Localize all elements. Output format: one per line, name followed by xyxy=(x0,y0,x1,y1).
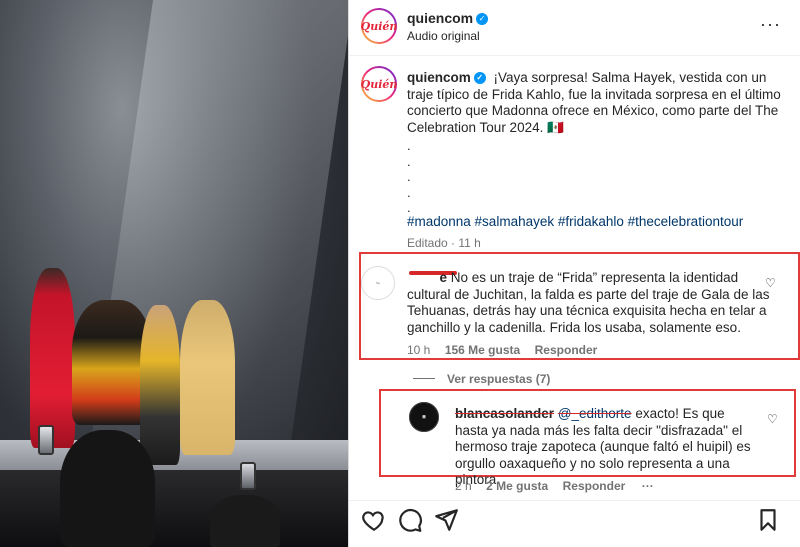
post-media[interactable] xyxy=(0,0,348,547)
account-avatar[interactable]: Quién xyxy=(361,8,397,44)
audience-head xyxy=(60,430,155,547)
caption-dots: . . . . . xyxy=(407,138,411,215)
performer-yellow-coat xyxy=(180,300,235,455)
reply-more-icon[interactable]: ··· xyxy=(642,479,654,493)
comment-body: No es un traje de “Frida” representa la … xyxy=(407,270,770,335)
audience-phone xyxy=(38,425,54,455)
reply-avatar[interactable]: ▦ xyxy=(409,402,439,432)
audience xyxy=(0,470,348,547)
audience-phone xyxy=(240,462,256,490)
caption-hashtags[interactable]: #madonna #salmahayek #fridakahlo #thecel… xyxy=(407,214,743,229)
view-replies-button[interactable]: Ver respuestas (7) xyxy=(447,372,550,386)
like-heart-icon[interactable]: ♡ xyxy=(765,276,776,290)
verified-icon: ✓ xyxy=(476,12,489,25)
like-heart-icon[interactable]: ♡ xyxy=(767,412,778,426)
share-icon[interactable] xyxy=(433,507,459,533)
caption-username[interactable]: quiencom ✓ xyxy=(407,70,486,85)
comment-avatar-logo: ~ xyxy=(375,279,381,287)
account-username[interactable]: quiencom xyxy=(407,10,473,26)
comment-likes[interactable]: 156 Me gusta xyxy=(445,343,520,357)
comment-avatar[interactable]: ~ xyxy=(361,266,395,300)
like-icon[interactable] xyxy=(361,507,387,533)
comment-icon[interactable] xyxy=(397,507,423,533)
comment-username[interactable]: e xyxy=(407,270,447,287)
audio-label[interactable]: Audio original xyxy=(407,29,480,43)
quien-logo: Quién xyxy=(360,19,398,33)
performer-red xyxy=(30,268,75,448)
caption-avatar[interactable]: Quién xyxy=(361,66,397,102)
reply-mention[interactable]: @_edithorte xyxy=(558,406,632,421)
comment-text: e No es un traje de “Frida” representa l… xyxy=(407,270,781,336)
reply-time: 2 h xyxy=(455,479,472,493)
audience-head xyxy=(210,495,280,547)
action-bar xyxy=(349,500,800,547)
comment-reply-button[interactable]: Responder xyxy=(535,343,598,357)
reply-meta: 2 h 2 Me gusta Responder ··· xyxy=(455,477,654,495)
post-details-panel: Quién quiencom ✓ Audio original ··· Quién… xyxy=(348,0,800,547)
comment-meta: 10 h 156 Me gusta Responder xyxy=(407,341,597,359)
more-options-icon[interactable]: ··· xyxy=(760,14,781,35)
caption-text: quiencom ✓ ¡Vaya sorpresa! Salma Hayek, v… xyxy=(407,70,783,136)
comment-time: 10 h xyxy=(407,343,431,357)
reply-likes[interactable]: 2 Me gusta xyxy=(486,479,548,493)
caption-edited: Editado · 11 h xyxy=(407,236,481,250)
post-header: Quién quiencom ✓ Audio original ··· xyxy=(349,0,800,56)
reply-avatar-logo: ▦ xyxy=(422,414,426,420)
save-bookmark-icon[interactable] xyxy=(755,507,781,533)
quien-logo: Quién xyxy=(360,77,398,91)
performer-center xyxy=(140,305,180,465)
reply-reply-button[interactable]: Responder xyxy=(563,479,626,493)
replies-divider xyxy=(413,378,435,379)
verified-icon: ✓ xyxy=(473,72,486,85)
reply-username[interactable]: blancasolander xyxy=(455,406,554,421)
